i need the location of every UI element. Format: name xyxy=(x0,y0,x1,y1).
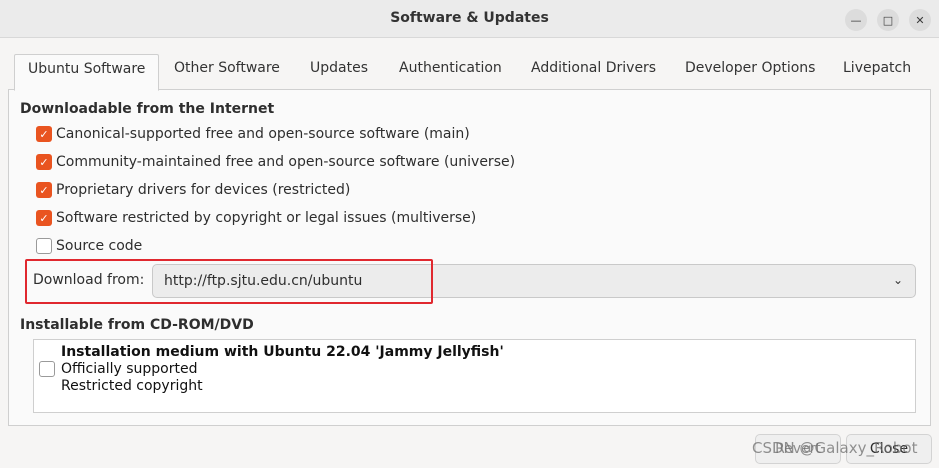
chevron-down-icon[interactable]: ⌄ xyxy=(893,273,903,287)
tab-ubuntu-software[interactable]: Ubuntu Software xyxy=(14,54,160,91)
tab-authentication[interactable]: Authentication xyxy=(399,60,502,76)
checkbox-unchecked-icon[interactable] xyxy=(36,238,52,254)
checkbox-label: Software restricted by copyright or lega… xyxy=(56,210,477,226)
cdrom-line: Restricted copyright xyxy=(61,378,203,394)
checkbox-checked-icon[interactable]: ✓ xyxy=(36,126,52,142)
checkbox-checked-icon[interactable]: ✓ xyxy=(36,210,52,226)
cdrom-line: Officially supported xyxy=(61,361,198,377)
watermark-text: CSDN @Galaxy_Robot xyxy=(752,439,918,457)
checkbox-main[interactable]: ✓ Canonical-supported free and open-sour… xyxy=(36,124,470,144)
checkbox-unchecked-icon[interactable] xyxy=(39,361,55,377)
tab-other-software[interactable]: Other Software xyxy=(174,60,280,76)
title-bar: Software & Updates — □ ✕ xyxy=(0,0,939,38)
annotation-highlight-box xyxy=(25,259,433,304)
tab-additional-drivers[interactable]: Additional Drivers xyxy=(531,60,656,76)
cdrom-list: Installation medium with Ubuntu 22.04 'J… xyxy=(33,339,916,413)
checkbox-label: Source code xyxy=(56,238,143,254)
checkbox-checked-icon[interactable]: ✓ xyxy=(36,154,52,170)
checkbox-label: Proprietary drivers for devices (restric… xyxy=(56,182,351,198)
tab-bar: Ubuntu Software Other Software Updates A… xyxy=(8,48,931,91)
close-icon[interactable]: ✕ xyxy=(909,9,931,31)
checkbox-checked-icon[interactable]: ✓ xyxy=(36,182,52,198)
checkbox-label: Community-maintained free and open-sourc… xyxy=(56,154,516,170)
checkbox-label: Canonical-supported free and open-source… xyxy=(56,126,470,142)
checkbox-source-code[interactable]: Source code xyxy=(36,236,142,256)
tab-updates[interactable]: Updates xyxy=(310,60,368,76)
internet-heading: Downloadable from the Internet xyxy=(20,101,275,117)
checkbox-multiverse[interactable]: ✓ Software restricted by copyright or le… xyxy=(36,208,476,228)
maximize-icon[interactable]: □ xyxy=(877,9,899,31)
tab-developer-options[interactable]: Developer Options xyxy=(685,60,815,76)
tab-livepatch[interactable]: Livepatch xyxy=(843,60,911,76)
window-title: Software & Updates xyxy=(390,10,549,26)
cdrom-medium-title: Installation medium with Ubuntu 22.04 'J… xyxy=(61,344,504,360)
cdrom-heading: Installable from CD-ROM/DVD xyxy=(20,317,254,333)
checkbox-universe[interactable]: ✓ Community-maintained free and open-sou… xyxy=(36,152,515,172)
minimize-icon[interactable]: — xyxy=(845,9,867,31)
checkbox-restricted[interactable]: ✓ Proprietary drivers for devices (restr… xyxy=(36,180,350,200)
